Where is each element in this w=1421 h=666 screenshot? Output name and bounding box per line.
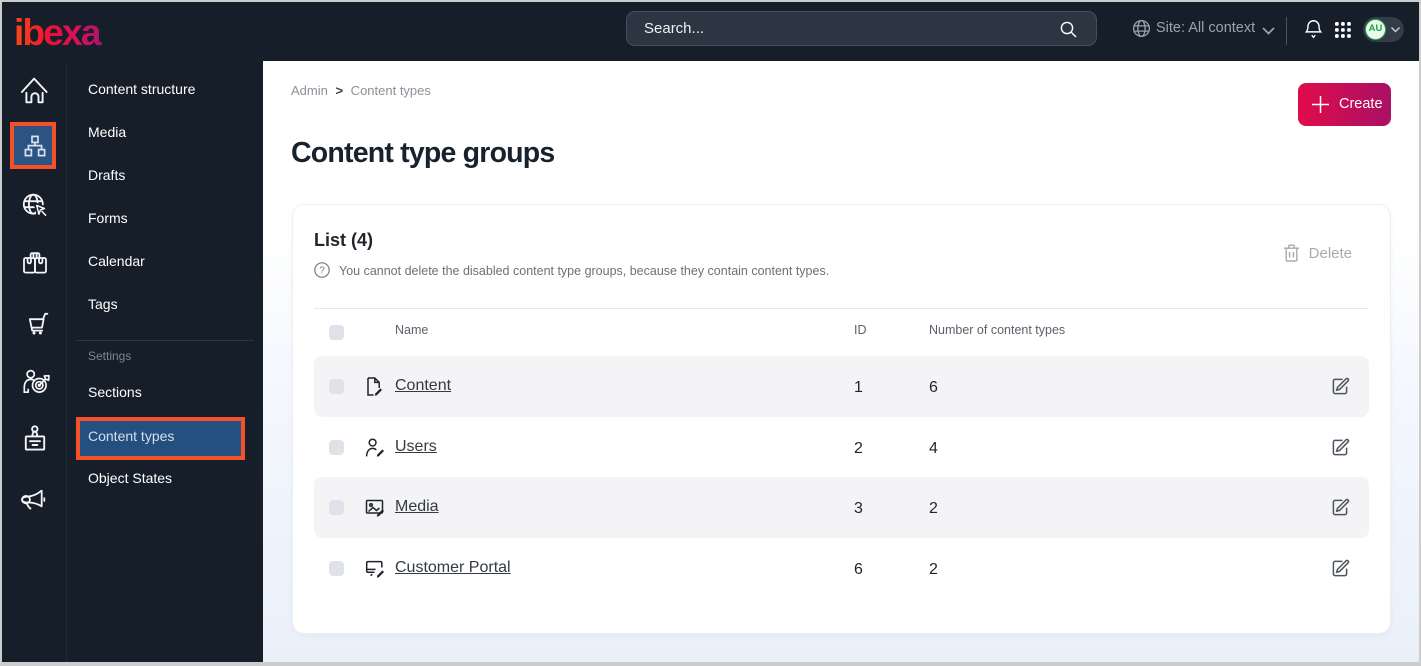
svg-text:?: ? [319,266,325,277]
svg-text:ibexa: ibexa [14,12,102,53]
